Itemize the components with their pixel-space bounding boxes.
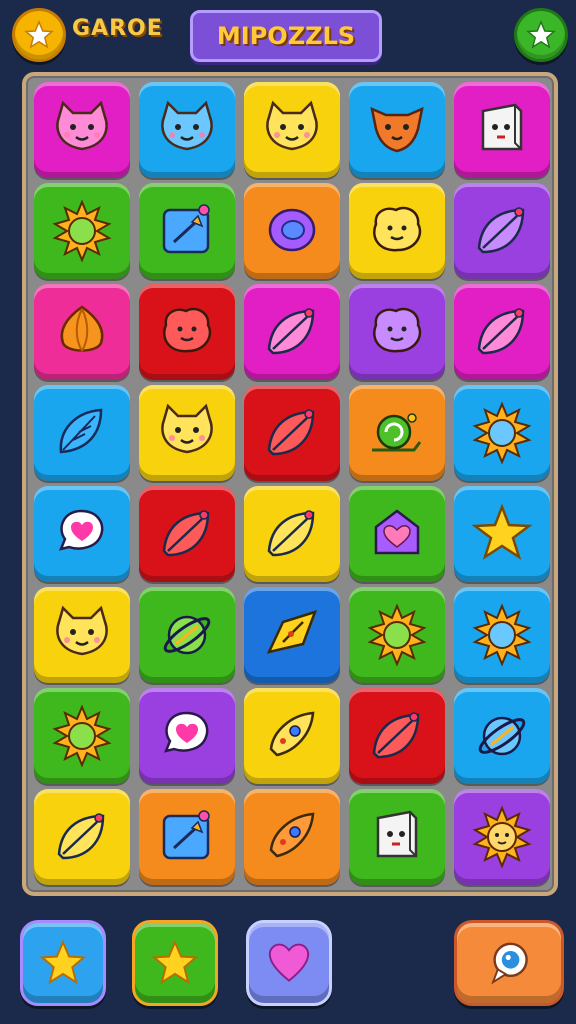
tile-r3-c5[interactable] — [454, 284, 550, 380]
sun-icon — [472, 603, 532, 667]
tile-r2-c2[interactable] — [139, 183, 235, 279]
blob-face-icon — [373, 206, 422, 252]
cat-face-icon — [161, 100, 213, 151]
tile-r6-c2[interactable] — [139, 587, 235, 683]
star-icon — [471, 503, 533, 560]
star-icon — [526, 20, 556, 49]
leaf-icon — [267, 510, 315, 557]
heart-house-icon — [374, 509, 420, 555]
sun-icon — [52, 704, 112, 768]
sun-icon — [52, 199, 112, 263]
tile-r8-c5[interactable] — [454, 789, 550, 885]
tile-r6-c3[interactable] — [244, 587, 340, 683]
block-face-icon — [376, 810, 418, 858]
tile-r1-c5[interactable] — [454, 82, 550, 178]
heart-bubble-icon — [58, 509, 104, 551]
tile-r1-c3[interactable] — [244, 82, 340, 178]
tile-r7-c4[interactable] — [349, 688, 445, 784]
tile-r6-c5[interactable] — [454, 587, 550, 683]
chat-bubble-icon — [491, 942, 528, 985]
tile-r6-c4[interactable] — [349, 587, 445, 683]
tile-r5-c4[interactable] — [349, 486, 445, 582]
planet-icon — [163, 615, 211, 655]
cat-face-icon — [161, 403, 213, 454]
arrow-frame-icon — [162, 204, 210, 254]
tile-r7-c3[interactable] — [244, 688, 340, 784]
leaf-icon — [57, 813, 105, 860]
star-icon — [39, 939, 87, 985]
sun-icon — [472, 401, 532, 465]
planet-icon — [478, 716, 526, 756]
heart-icon — [268, 943, 310, 982]
tile-r8-c4[interactable] — [349, 789, 445, 885]
tile-r4-c3[interactable] — [244, 385, 340, 481]
tile-r7-c1[interactable] — [34, 688, 130, 784]
tile-r8-c3[interactable] — [244, 789, 340, 885]
title-badge: MIPOZZLS — [190, 10, 382, 62]
cat-face-icon — [56, 100, 108, 151]
powerup-chat-button[interactable] — [454, 920, 564, 1006]
tile-r8-c1[interactable] — [34, 789, 130, 885]
heart-bubble-icon — [163, 711, 209, 753]
powerup-star-blue-button[interactable] — [20, 920, 106, 1006]
snail-icon — [372, 413, 422, 452]
sun-icon — [367, 603, 427, 667]
tile-r3-c3[interactable] — [244, 284, 340, 380]
feather-icon — [59, 408, 103, 454]
leaf-icon — [477, 207, 525, 254]
top-bar: GAROE MIPOZZLS — [0, 0, 576, 70]
tile-r2-c4[interactable] — [349, 183, 445, 279]
tile-r3-c2[interactable] — [139, 284, 235, 380]
leaf-icon — [477, 308, 525, 355]
sun-face-icon — [472, 805, 532, 869]
tile-r1-c4[interactable] — [349, 82, 445, 178]
tile-grid — [34, 82, 550, 885]
blob-face-icon — [373, 307, 422, 353]
powerup-heart-button[interactable] — [246, 920, 332, 1006]
star-button-left[interactable] — [12, 8, 66, 62]
tile-r2-c1[interactable] — [34, 183, 130, 279]
onion-icon — [60, 305, 104, 352]
tile-r1-c2[interactable] — [139, 82, 235, 178]
leaf-icon — [162, 510, 210, 557]
star-icon — [24, 20, 54, 49]
cat-face-icon — [56, 605, 108, 656]
leaf-icon — [372, 712, 420, 759]
tile-r4-c2[interactable] — [139, 385, 235, 481]
tile-r2-c5[interactable] — [454, 183, 550, 279]
arrow-frame-icon — [162, 810, 210, 860]
tile-r5-c1[interactable] — [34, 486, 130, 582]
arrow-icon — [266, 610, 318, 654]
powerup-star-green-button[interactable] — [132, 920, 218, 1006]
tile-r8-c2[interactable] — [139, 789, 235, 885]
tile-r4-c1[interactable] — [34, 385, 130, 481]
tile-r3-c4[interactable] — [349, 284, 445, 380]
powerup-bar — [0, 900, 576, 1024]
star-icon — [151, 939, 199, 985]
star-button-right[interactable] — [514, 8, 568, 62]
tile-r5-c5[interactable] — [454, 486, 550, 582]
rocket-icon — [269, 711, 315, 757]
tile-r5-c3[interactable] — [244, 486, 340, 582]
game-board — [22, 72, 558, 896]
tile-r6-c1[interactable] — [34, 587, 130, 683]
page-title: MIPOZZLS — [216, 22, 356, 50]
blob-face-icon — [163, 307, 212, 353]
tile-r7-c5[interactable] — [454, 688, 550, 784]
bubble-icon — [268, 208, 316, 252]
leaf-icon — [267, 409, 315, 456]
leaf-icon — [267, 308, 315, 355]
tile-r4-c5[interactable] — [454, 385, 550, 481]
tile-r7-c2[interactable] — [139, 688, 235, 784]
tile-r3-c1[interactable] — [34, 284, 130, 380]
tile-r2-c3[interactable] — [244, 183, 340, 279]
cat-face-icon — [266, 100, 318, 151]
tile-r5-c2[interactable] — [139, 486, 235, 582]
tile-r1-c1[interactable] — [34, 82, 130, 178]
block-face-icon — [481, 103, 523, 151]
rocket-icon — [269, 812, 315, 858]
game-label: GAROE — [72, 16, 163, 41]
fox-face-icon — [370, 106, 424, 153]
tile-r4-c4[interactable] — [349, 385, 445, 481]
